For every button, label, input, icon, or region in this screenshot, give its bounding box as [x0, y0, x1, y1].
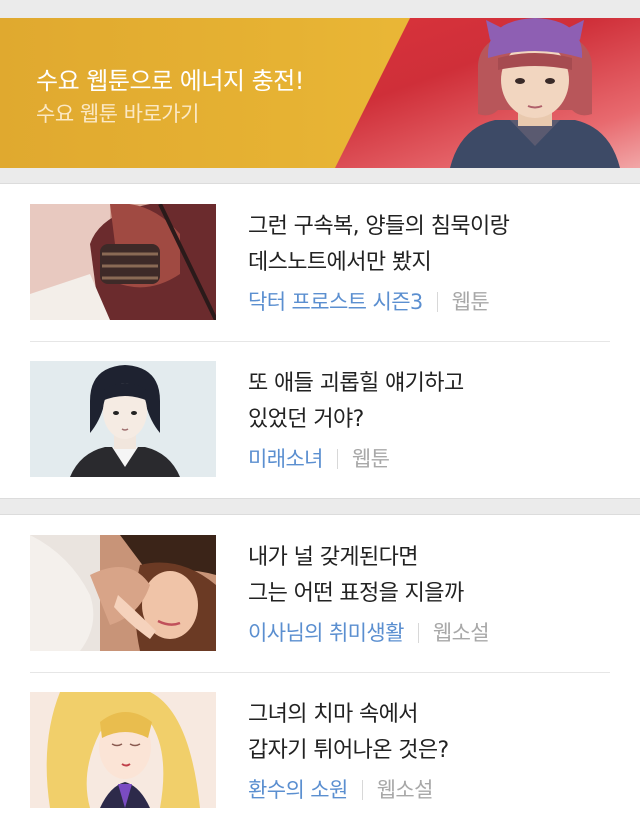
thumbnail-mirae-sonyeo — [30, 361, 216, 477]
list-item[interactable]: 내가 널 갖게된다면 그는 어떤 표정을 지을까 이사님의 취미생활 웹소설 — [30, 535, 610, 693]
item-meta: 환수의 소원 웹소설 — [248, 774, 433, 804]
thumbnail-hwansu-wish — [30, 692, 216, 808]
series-link[interactable]: 미래소녀 — [248, 447, 323, 471]
meta-divider — [336, 449, 338, 469]
item-divider — [30, 341, 610, 342]
thumbnail-doctor-frost — [30, 204, 216, 320]
list-item[interactable]: 그런 구속복, 양들의 침묵이랑 데스노트에서만 봤지 닥터 프로스트 시즌3 웹… — [30, 204, 610, 362]
list-item[interactable]: 또 애들 괴롭힐 얘기하고 있었던 거야? 미래소녀 웹툰 — [30, 361, 610, 519]
item-title-line2: 갑자기 튀어나온 것은? — [248, 738, 449, 763]
content-type-label: 웹소설 — [376, 778, 434, 802]
series-link[interactable]: 환수의 소원 — [248, 778, 348, 802]
content-type-label: 웹툰 — [451, 290, 490, 314]
meta-divider — [417, 623, 419, 643]
item-meta: 닥터 프로스트 시즌3 웹툰 — [248, 286, 490, 316]
content-type-label: 웹소설 — [432, 621, 490, 645]
series-link[interactable]: 이사님의 취미생활 — [248, 621, 404, 645]
top-spacer — [0, 0, 640, 18]
item-title-line2: 데스노트에서만 봤지 — [248, 250, 432, 275]
item-meta: 미래소녀 웹툰 — [248, 443, 390, 473]
thumbnail-isanim-hobby — [30, 535, 216, 651]
item-meta: 이사님의 취미생활 웹소설 — [248, 617, 490, 647]
item-title-line2: 있었던 거야? — [248, 407, 364, 432]
content-type-label: 웹툰 — [351, 447, 390, 471]
banner-character-illustration — [450, 18, 620, 168]
item-title-line1: 또 애들 괴롭힐 얘기하고 — [248, 371, 464, 396]
meta-divider — [436, 292, 438, 312]
item-title-line1: 그런 구속복, 양들의 침묵이랑 — [248, 214, 510, 239]
banner-title: 수요 웹툰으로 에너지 충전! — [36, 67, 304, 95]
webnovel-section: 내가 널 갖게된다면 그는 어떤 표정을 지을까 이사님의 취미생활 웹소설 그녀… — [0, 514, 640, 816]
banner-subtitle-link[interactable]: 수요 웹툰 바로가기 — [36, 98, 199, 128]
item-title-line1: 내가 널 갖게된다면 — [248, 545, 419, 570]
series-link[interactable]: 닥터 프로스트 시즌3 — [248, 290, 423, 314]
webtoon-section: 그런 구속복, 양들의 침묵이랑 데스노트에서만 봤지 닥터 프로스트 시즌3 웹… — [0, 183, 640, 499]
wednesday-webtoon-banner[interactable]: 수요 웹툰으로 에너지 충전! 수요 웹툰 바로가기 — [0, 18, 640, 168]
item-title-line1: 그녀의 치마 속에서 — [248, 702, 419, 727]
item-title-line2: 그는 어떤 표정을 지을까 — [248, 581, 464, 606]
item-divider — [30, 672, 610, 673]
list-item[interactable]: 그녀의 치마 속에서 갑자기 튀어나온 것은? 환수의 소원 웹소설 — [30, 692, 610, 816]
meta-divider — [361, 780, 363, 800]
